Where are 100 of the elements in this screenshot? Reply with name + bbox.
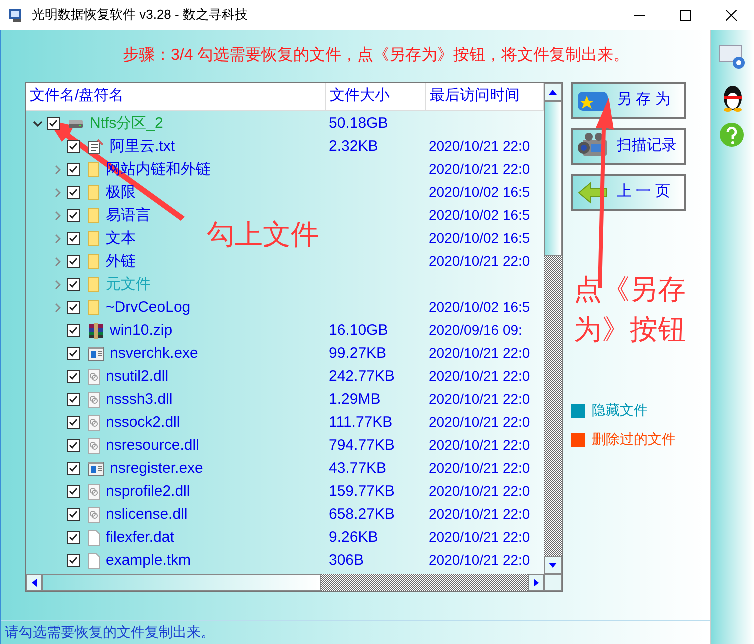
close-icon bbox=[726, 10, 736, 20]
checkmark-icon bbox=[69, 257, 78, 266]
folder-icon bbox=[88, 230, 100, 246]
scroll-right-icon[interactable] bbox=[534, 578, 538, 586]
checkmark-icon bbox=[69, 510, 78, 519]
file-name[interactable]: nssock2.dll bbox=[106, 415, 180, 430]
window-title: 光明数据恢复软件 v3.28 - 数之寻科技 bbox=[32, 6, 248, 24]
file-name[interactable]: nslicense.dll bbox=[106, 507, 188, 522]
horizontal-scrollbar[interactable] bbox=[26, 574, 544, 591]
access-time: 2020/10/02 16:5 bbox=[429, 207, 530, 223]
access-time: 2020/09/16 09: bbox=[429, 322, 522, 338]
checkbox[interactable] bbox=[67, 393, 80, 406]
scroll-left-icon[interactable] bbox=[32, 578, 36, 586]
checkmark-icon bbox=[69, 234, 78, 243]
checkbox[interactable] bbox=[67, 462, 80, 475]
checkmark-icon bbox=[49, 119, 58, 128]
file-size: 2.32KB bbox=[329, 138, 378, 155]
column-header[interactable]: 文件大小 bbox=[326, 83, 426, 110]
file-icon bbox=[88, 530, 100, 546]
checkbox[interactable] bbox=[67, 508, 80, 521]
file-name[interactable]: example.tkm bbox=[106, 553, 192, 568]
settings-icon[interactable] bbox=[718, 44, 748, 72]
file-size: 242.77KB bbox=[329, 368, 395, 385]
checkbox[interactable] bbox=[67, 209, 80, 222]
checkmark-icon bbox=[69, 372, 78, 381]
file-name[interactable]: nsssh3.dll bbox=[106, 392, 173, 407]
action-button[interactable]: 上 一 页 bbox=[571, 174, 686, 211]
folder-icon bbox=[88, 184, 100, 200]
file-size: 306B bbox=[329, 552, 364, 569]
file-name[interactable]: 易语言 bbox=[106, 208, 151, 223]
checkbox[interactable] bbox=[67, 347, 80, 360]
checkmark-icon bbox=[69, 303, 78, 312]
status-text: 请勾选需要恢复的文件复制出来。 bbox=[5, 623, 215, 642]
checkbox[interactable] bbox=[47, 117, 60, 130]
access-time: 2020/10/21 22:0 bbox=[429, 483, 530, 499]
file-name[interactable]: 外链 bbox=[106, 254, 136, 269]
text-file-icon bbox=[88, 138, 104, 154]
library-file-icon bbox=[88, 414, 100, 430]
file-size: 159.77KB bbox=[329, 483, 395, 500]
checkbox[interactable] bbox=[67, 163, 80, 176]
checkbox[interactable] bbox=[67, 485, 80, 498]
vertical-scrollbar[interactable] bbox=[544, 83, 562, 574]
checkbox[interactable] bbox=[67, 186, 80, 199]
access-time: 2020/10/02 16:5 bbox=[429, 299, 530, 315]
library-file-icon bbox=[88, 484, 100, 500]
drive-icon bbox=[68, 118, 84, 130]
file-name[interactable]: nsresource.dll bbox=[106, 438, 200, 453]
file-name[interactable]: 文本 bbox=[106, 231, 136, 246]
file-name[interactable]: 阿里云.txt bbox=[110, 139, 176, 154]
column-header[interactable]: 文件名/盘符名 bbox=[26, 83, 326, 110]
file-name[interactable]: nsregister.exe bbox=[110, 461, 204, 476]
maximize-icon bbox=[680, 10, 690, 20]
file-name[interactable]: ~DrvCeoLog bbox=[106, 300, 191, 315]
checkbox[interactable] bbox=[67, 416, 80, 429]
checkmark-icon bbox=[69, 142, 78, 151]
library-file-icon bbox=[88, 506, 100, 522]
file-size: 16.10GB bbox=[329, 322, 388, 339]
folder-icon bbox=[88, 276, 100, 292]
checkmark-icon bbox=[69, 280, 78, 289]
action-button[interactable]: 另 存 为 bbox=[571, 82, 686, 119]
scroll-up-icon[interactable] bbox=[549, 90, 557, 94]
checkmark-icon bbox=[69, 418, 78, 427]
file-size: 99.27KB bbox=[329, 345, 387, 362]
action-button[interactable]: 扫描记录 bbox=[571, 128, 686, 165]
collapse-chevron-icon[interactable] bbox=[33, 118, 43, 128]
checkbox[interactable] bbox=[67, 370, 80, 383]
checkbox[interactable] bbox=[67, 255, 80, 268]
scrollbar-thumb[interactable] bbox=[42, 574, 321, 591]
access-time: 2020/10/21 22:0 bbox=[429, 552, 530, 568]
legend-label: 删除过的文件 bbox=[592, 430, 676, 449]
file-name[interactable]: 极限 bbox=[106, 185, 136, 200]
access-time: 2020/10/21 22:0 bbox=[429, 345, 530, 361]
checkbox[interactable] bbox=[67, 278, 80, 291]
checkbox[interactable] bbox=[67, 232, 80, 245]
file-size: 50.18GB bbox=[329, 115, 388, 132]
scrollbar-thumb[interactable] bbox=[544, 101, 562, 256]
checkbox[interactable] bbox=[67, 439, 80, 452]
checkbox[interactable] bbox=[67, 140, 80, 153]
program-icon bbox=[88, 462, 104, 476]
library-file-icon bbox=[88, 368, 100, 384]
file-name[interactable]: nsutil2.dll bbox=[106, 369, 169, 384]
checkbox[interactable] bbox=[67, 301, 80, 314]
file-size: 658.27KB bbox=[329, 506, 395, 523]
scroll-down-icon[interactable] bbox=[549, 562, 557, 568]
library-file-icon bbox=[88, 392, 100, 408]
checkbox[interactable] bbox=[67, 554, 80, 567]
scrollbar-corner bbox=[544, 574, 562, 591]
file-name[interactable]: nsprofile2.dll bbox=[106, 484, 190, 499]
folder-icon bbox=[88, 162, 100, 178]
file-name[interactable]: filexfer.dat bbox=[106, 530, 174, 545]
checkmark-icon bbox=[69, 165, 78, 174]
file-name[interactable]: win10.zip bbox=[110, 323, 173, 338]
checkbox[interactable] bbox=[67, 531, 80, 544]
checkbox[interactable] bbox=[67, 324, 80, 337]
folder-icon bbox=[88, 254, 100, 270]
access-time: 2020/10/02 16:5 bbox=[429, 184, 530, 200]
checkmark-icon bbox=[69, 395, 78, 404]
file-name[interactable]: nsverchk.exe bbox=[110, 346, 198, 361]
folder-icon bbox=[88, 208, 100, 224]
file-icon bbox=[88, 552, 100, 568]
